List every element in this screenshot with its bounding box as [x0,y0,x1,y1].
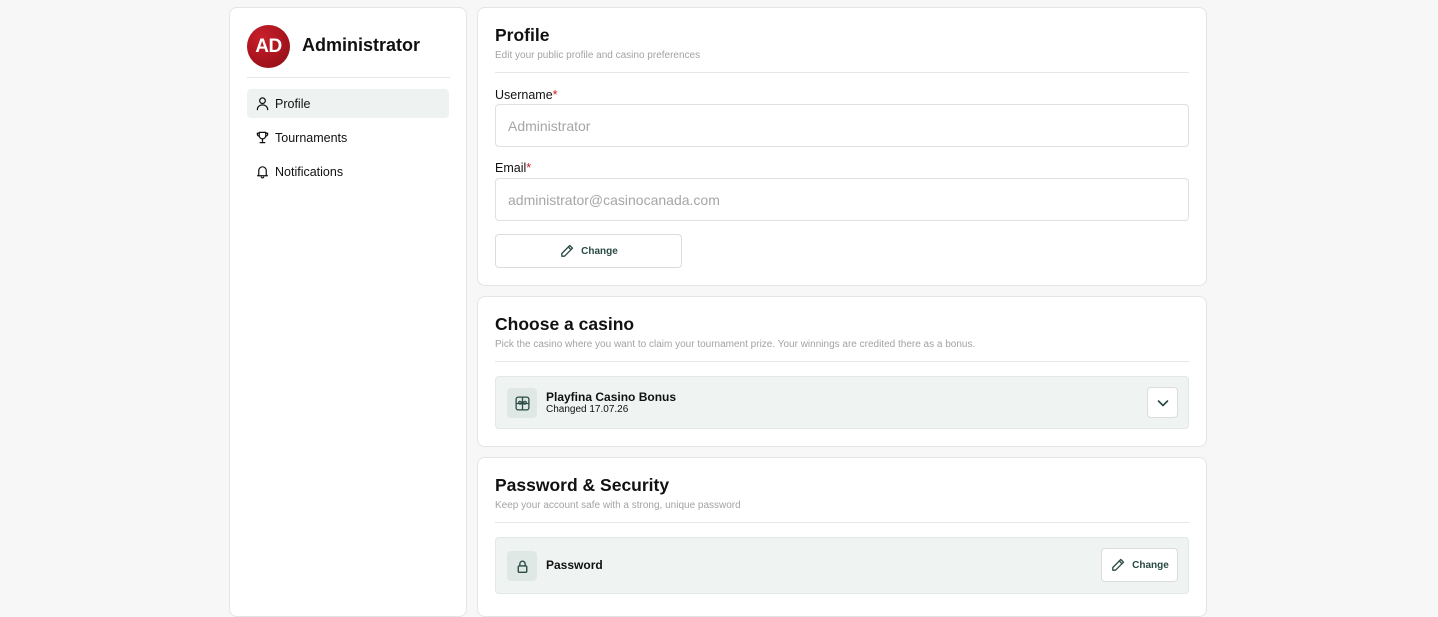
security-title: Password & Security [495,475,670,495]
casino-dropdown-toggle[interactable] [1147,387,1178,418]
casino-changed-date: Changed 17.07.26 [546,404,629,415]
divider [495,72,1189,73]
sidebar-item-label: Profile [275,96,311,111]
sidebar: AD Administrator Profile Tournaments Not… [229,7,467,617]
casino-selector[interactable]: Playfina Casino Bonus Changed 17.07.26 [495,376,1189,429]
lock-icon-badge [507,551,537,581]
casino-subtitle: Pick the casino where you want to claim … [495,339,976,350]
divider [495,361,1189,362]
pencil-icon [561,244,574,257]
username-input[interactable] [495,104,1189,147]
password-row: Password Change [495,537,1189,594]
sidebar-item-notifications[interactable]: Notifications [247,157,449,186]
avatar[interactable]: AD [247,25,290,68]
lock-icon [517,560,527,573]
change-label: Change [581,245,618,257]
chevron-down-icon [1157,399,1168,406]
casino-title: Choose a casino [495,314,635,334]
sidebar-item-label: Tournaments [275,130,348,145]
change-profile-button[interactable]: Change [495,234,682,268]
profile-card: Profile Edit your public profile and cas… [477,7,1207,286]
user-icon [256,97,269,111]
gift-icon [514,395,530,411]
sidebar-item-profile[interactable]: Profile [247,89,449,118]
password-label: Password [546,558,603,572]
pencil-icon [1112,558,1125,571]
casino-name: Playfina Casino Bonus [546,390,677,404]
required-marker: * [552,88,558,102]
security-subtitle: Keep your account safe with a strong, un… [495,500,741,511]
trophy-icon [256,131,269,144]
sidebar-nav: Profile Tournaments Notifications [247,89,449,191]
user-header: AD Administrator [247,25,450,78]
change-label: Change [1132,559,1169,571]
username-label: Username* [495,88,558,102]
divider [495,522,1189,523]
user-name: Administrator [302,35,421,55]
profile-title: Profile [495,25,550,45]
email-label: Email* [495,161,532,175]
required-marker: * [526,161,532,175]
security-card: Password & Security Keep your account sa… [477,457,1207,617]
bell-icon [257,166,268,179]
sidebar-item-label: Notifications [275,164,344,179]
email-field[interactable] [495,178,1189,221]
profile-subtitle: Edit your public profile and casino pref… [495,50,701,61]
sidebar-item-tournaments[interactable]: Tournaments [247,123,449,152]
casino-icon-badge [507,388,537,418]
casino-card: Choose a casino Pick the casino where yo… [477,296,1207,447]
change-password-button[interactable]: Change [1101,548,1178,582]
